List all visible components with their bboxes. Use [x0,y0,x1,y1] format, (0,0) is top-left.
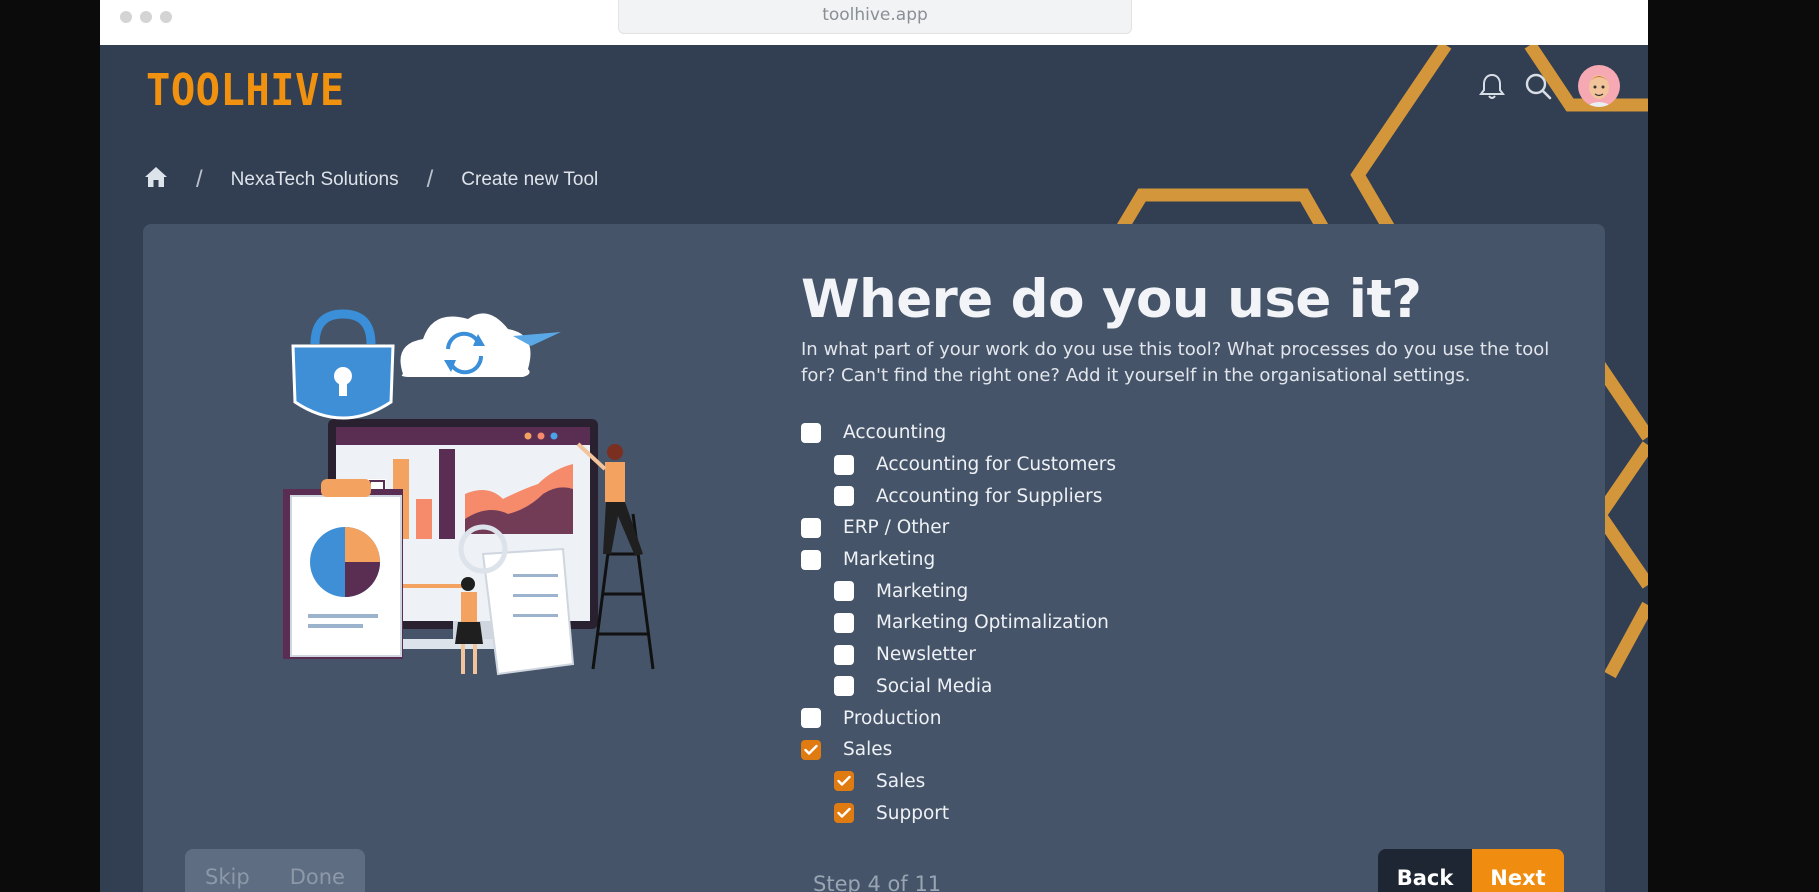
option-label: Accounting [843,422,947,444]
breadcrumb-current: Create new Tool [461,169,599,190]
option-label: Production [843,707,942,729]
search-icon[interactable] [1522,70,1554,102]
step-indicator: Step 4 of 11 [813,872,942,892]
option-row[interactable]: Sales [801,734,1116,766]
option-label: Marketing Optimalization [876,612,1109,634]
option-row[interactable]: Newsletter [801,639,1116,671]
checkbox[interactable] [834,581,854,602]
checkmark-icon [837,807,851,818]
avatar[interactable] [1578,65,1620,107]
option-row[interactable]: Sales [801,766,1116,798]
page-title: Where do you use it? [801,269,1422,330]
option-label: Support [876,802,950,824]
window-control-dot[interactable] [140,11,152,23]
option-label: Accounting for Customers [876,454,1117,476]
checkbox[interactable] [834,644,854,665]
window-controls [120,11,172,23]
skip-done-group: Skip Done [185,849,365,892]
checkbox[interactable] [801,549,821,570]
window-control-dot[interactable] [160,11,172,23]
header-actions [1476,65,1620,107]
option-row[interactable]: Social Media [801,671,1116,703]
window-control-dot[interactable] [120,11,132,23]
breadcrumb-separator: / [426,166,434,193]
toolhive-logo[interactable]: TOOLHIVE [146,65,345,116]
checkbox[interactable] [834,612,854,633]
option-row[interactable]: Accounting for Customers [801,449,1116,481]
done-button[interactable]: Done [290,865,345,889]
wizard-card: Where do you use it? In what part of you… [143,224,1605,892]
option-row[interactable]: Production [801,702,1116,734]
browser-window: toolhive.app TOOLHIVE / NexaTech Solutio… [100,0,1648,892]
checkmark-icon [837,776,851,787]
nav-buttons: Back Next [1378,849,1564,892]
option-label: Sales [843,739,893,761]
back-button[interactable]: Back [1378,849,1472,892]
checkbox-checked[interactable] [834,803,854,824]
browser-titlebar: toolhive.app [100,0,1648,45]
breadcrumb-org[interactable]: NexaTech Solutions [231,169,399,191]
breadcrumb-separator: / [196,166,203,193]
option-label: Sales [876,770,926,792]
checkbox[interactable] [834,486,854,507]
option-row[interactable]: Accounting for Suppliers [801,480,1116,512]
checkbox-checked[interactable] [834,771,854,792]
option-row[interactable]: Support [801,797,1116,829]
page-description: In what part of your work do you use thi… [801,339,1550,386]
usage-options-list: Accounting Accounting for Customers Accoun… [801,417,1116,829]
checkbox[interactable] [834,676,854,697]
address-bar[interactable]: toolhive.app [618,0,1132,34]
checkbox[interactable] [801,422,821,443]
option-row[interactable]: Marketing Optimalization [801,607,1116,639]
option-label: Social Media [876,675,993,697]
skip-button[interactable]: Skip [205,865,250,889]
checkmark-icon [804,744,818,755]
home-icon[interactable] [144,166,168,194]
checkbox-checked[interactable] [801,739,821,760]
option-row[interactable]: Marketing [801,575,1116,607]
next-button[interactable]: Next [1472,849,1564,892]
breadcrumb: / NexaTech Solutions / Create new Tool [144,166,598,194]
analytics-illustration [283,309,655,676]
option-row[interactable]: Marketing [801,544,1116,576]
option-label: Accounting for Suppliers [876,485,1103,507]
cloud-sync-icon [400,313,531,377]
app-main: TOOLHIVE / NexaTech Solutions / Create n… [100,45,1648,892]
option-label: ERP / Other [843,517,950,539]
option-label: Marketing [876,580,969,602]
option-row[interactable]: Accounting [801,417,1116,449]
option-row[interactable]: ERP / Other [801,512,1116,544]
checkbox[interactable] [801,517,821,538]
bell-icon[interactable] [1476,70,1508,102]
option-label: Newsletter [876,644,977,666]
option-label: Marketing [843,549,936,571]
checkbox[interactable] [801,708,821,729]
checkbox[interactable] [834,454,854,475]
